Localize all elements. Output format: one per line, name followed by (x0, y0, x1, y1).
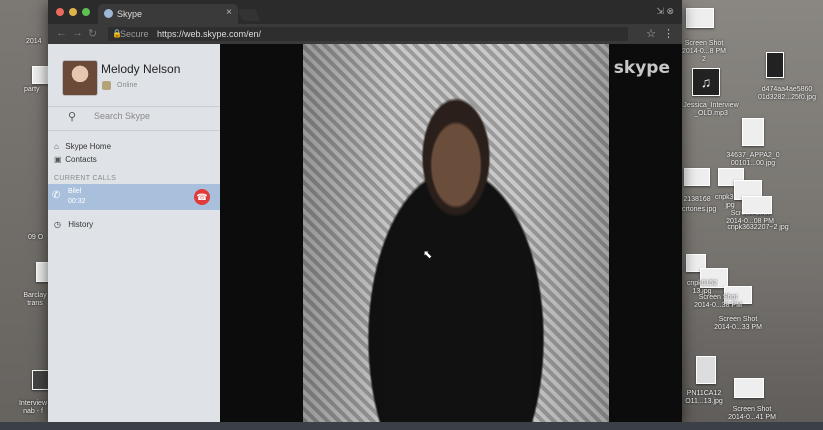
browser-menu-icon[interactable]: ⋮ (663, 27, 674, 40)
desktop-file[interactable]: d474aa4ae5860 01d3282...25f0.jpg (752, 86, 822, 102)
clock-icon: ◷ (54, 220, 61, 229)
desktop-file[interactable]: Screen Shot 2014-0...38 PM (690, 294, 746, 310)
desktop-file[interactable]: 2014 (26, 38, 42, 46)
address-bar: ← → ↻ 🔒 Secure https://web.skype.com/en/… (48, 24, 682, 44)
close-window-button[interactable] (56, 8, 64, 16)
url-secure-label: Secure (120, 29, 149, 39)
new-tab-button[interactable] (237, 9, 261, 21)
minimize-window-button[interactable] (69, 8, 77, 16)
sidebar-item-label: Contacts (65, 155, 97, 164)
desktop-file[interactable]: Screen Shot 2014-0...41 PM (724, 406, 780, 422)
maximize-window-button[interactable] (82, 8, 90, 16)
video-call-area[interactable]: skype (220, 44, 682, 422)
remote-video-feed (303, 44, 609, 422)
close-tab-icon[interactable]: × (226, 7, 232, 18)
desktop-file-thumb[interactable] (766, 52, 784, 78)
desktop-file-thumb[interactable] (696, 356, 716, 384)
forward-arrow-icon[interactable]: → (72, 27, 83, 39)
caller-name: Bilel (68, 188, 82, 195)
search-input[interactable]: Search Skype (94, 111, 150, 121)
bookmark-star-icon[interactable]: ☆ (646, 27, 656, 40)
sidebar-item-label: History (68, 220, 94, 229)
browser-window: Skype × ⇲ ⊗ ← → ↻ 🔒 Secure https://web.s… (48, 0, 682, 422)
home-icon: ⌂ (54, 142, 59, 151)
contacts-icon: ▣ (54, 155, 62, 164)
desktop-file[interactable]: 2138168 (682, 196, 712, 204)
back-arrow-icon[interactable]: ← (56, 27, 67, 39)
desktop-file-thumb[interactable] (32, 66, 48, 84)
phone-icon: ✆ (52, 190, 61, 201)
desktop-left: 2014 party 09 O Barclay trans Interview … (0, 0, 50, 430)
desktop-file[interactable]: cnpk3632207~2 jpg (726, 224, 790, 232)
desktop-file[interactable]: Screen Shot 2014-0...8 PM 2 (682, 40, 726, 64)
desktop-file[interactable]: Screen Shot 2014-0...33 PM (710, 316, 766, 332)
sidebar-item-label: Skype Home (65, 142, 112, 151)
call-duration: 00:32 (68, 198, 86, 205)
skype-sidebar: Melody Nelson Online ⚲ Search Skype ⌂ Sk… (48, 44, 220, 422)
divider (48, 130, 220, 131)
skype-favicon-icon (104, 9, 113, 18)
skype-watermark-logo: skype (613, 58, 670, 78)
tab-skype[interactable]: Skype × (98, 4, 238, 24)
desktop-file[interactable]: Jessica_Interview _OLD.mp3 (682, 102, 740, 118)
search-box[interactable]: ⚲ Search Skype (48, 106, 220, 128)
sidebar-item-home[interactable]: ⌂ Skype Home (54, 142, 111, 151)
desktop-file-thumb[interactable] (734, 378, 764, 398)
active-call-row[interactable]: ✆ Bilel 00:32 ☎ (48, 184, 220, 210)
window-extension-icons[interactable]: ⇲ ⊗ (656, 6, 674, 17)
desktop-file[interactable]: Barclay trans (22, 292, 48, 308)
desktop-file[interactable]: 34637_APPA2_0 00101...00.jpg (720, 152, 786, 168)
avatar[interactable] (62, 60, 98, 96)
sidebar-item-contacts[interactable]: ▣ Contacts (54, 155, 97, 164)
tab-bar: Skype × ⇲ ⊗ (48, 0, 682, 24)
profile-name: Melody Nelson (101, 62, 181, 76)
url-text: https://web.skype.com/en/ (157, 29, 262, 39)
desktop-file[interactable]: PN11CA12 O11...13.jpg (682, 390, 726, 406)
desktop-file-thumb[interactable] (686, 8, 714, 28)
tab-title: Skype (117, 9, 143, 19)
url-field[interactable]: 🔒 Secure https://web.skype.com/en/ (108, 27, 628, 41)
sidebar-item-history[interactable]: ◷ History (54, 220, 93, 229)
audio-file-icon[interactable]: ♫ (692, 68, 720, 96)
video-shading (303, 44, 609, 422)
reload-icon[interactable]: ↻ (88, 27, 97, 40)
profile-header[interactable]: Melody Nelson Online (48, 44, 220, 106)
mouse-pointer-icon: ⬉ (423, 249, 433, 261)
desktop-file[interactable]: crtones.jpg (682, 206, 716, 214)
dock-strip (0, 422, 823, 430)
desktop-file-thumb[interactable] (742, 118, 764, 146)
current-calls-heading: CURRENT CALLS (54, 175, 117, 182)
profile-status: Online (117, 82, 138, 89)
desktop-file[interactable]: Interview nab - f (18, 400, 48, 416)
hang-up-button[interactable]: ☎ (194, 189, 210, 205)
desktop-right: Screen Shot 2014-0...8 PM 2 d474aa4ae586… (682, 0, 823, 430)
search-icon: ⚲ (68, 111, 77, 123)
desktop-file[interactable]: 09 O (28, 234, 43, 242)
desktop-file[interactable]: party (24, 86, 40, 94)
desktop-file-thumb[interactable] (742, 196, 772, 214)
status-badge (102, 81, 111, 90)
desktop-file-thumb[interactable] (684, 168, 710, 186)
